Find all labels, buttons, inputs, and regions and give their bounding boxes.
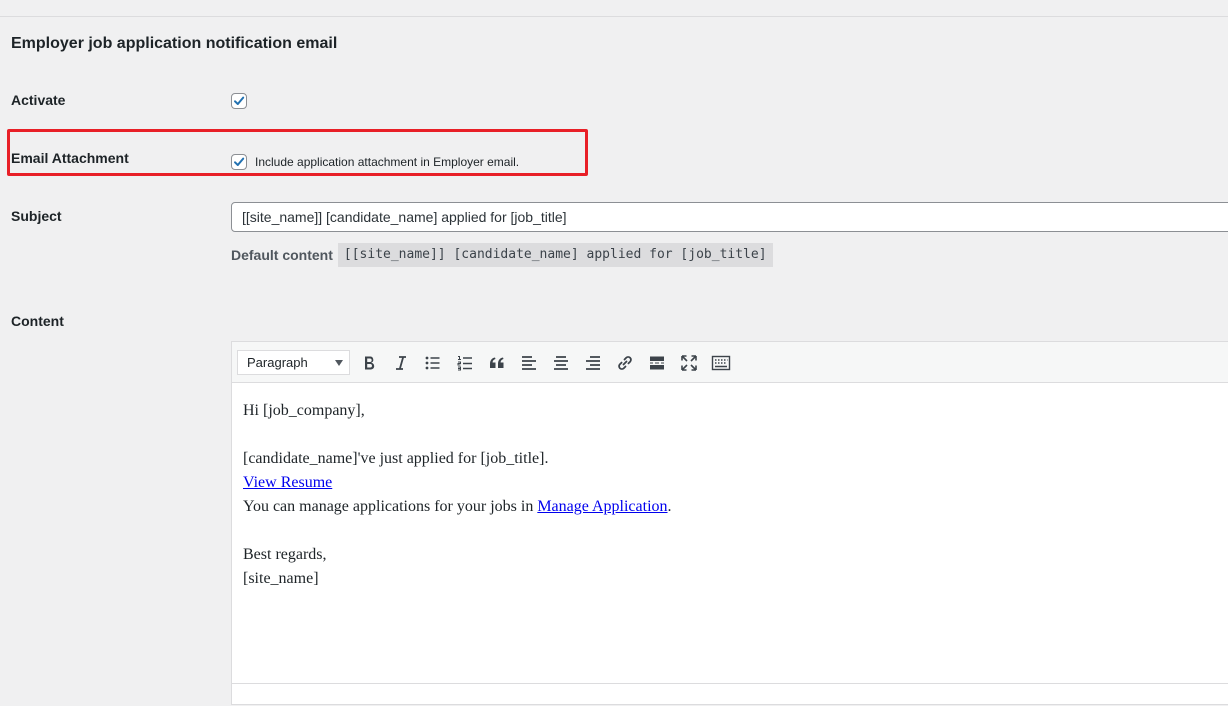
numbered-list-button[interactable] (453, 351, 477, 375)
italic-button[interactable] (389, 351, 413, 375)
fullscreen-icon (681, 355, 697, 371)
read-more-button[interactable] (645, 351, 669, 375)
default-content-value: [[site_name]] [candidate_name] applied f… (337, 243, 773, 267)
align-center-icon (554, 356, 568, 370)
editor-toolbar: Paragraph (232, 342, 1228, 383)
bold-button[interactable] (357, 351, 381, 375)
checkmark-icon (234, 96, 245, 105)
manage-suffix: . (667, 498, 672, 515)
section-title: Employer job application notification em… (11, 35, 338, 52)
editor-content-area[interactable]: Hi [job_company], [candidate_name]'ve ju… (243, 399, 672, 591)
default-content-label: Default content (231, 247, 333, 263)
read-more-icon (650, 356, 664, 370)
insert-link-button[interactable] (613, 351, 637, 375)
format-select-value: Paragraph (247, 355, 308, 370)
align-left-icon (522, 356, 536, 370)
link-icon (618, 356, 632, 370)
content-regards: Best regards, (243, 546, 327, 563)
default-content-row: Default content [[site_name]] [candidate… (231, 243, 773, 267)
content-signature: [site_name] (243, 570, 319, 587)
blockquote-icon (490, 357, 504, 368)
activate-label: Activate (11, 92, 66, 108)
subject-label: Subject (11, 208, 62, 224)
bold-icon (365, 356, 375, 370)
manage-prefix: You can manage applications for your job… (243, 498, 538, 515)
content-view-resume-line: View Resume (243, 471, 672, 495)
content-editor: Paragraph Hi [job_company], [candidate_n… (231, 341, 1228, 705)
bulleted-list-icon (425, 356, 440, 370)
view-resume-link[interactable]: View Resume (243, 474, 332, 491)
toolbar-toggle-button[interactable] (709, 351, 733, 375)
format-select[interactable]: Paragraph (237, 350, 350, 375)
content-label: Content (11, 313, 64, 329)
align-right-button[interactable] (581, 351, 605, 375)
manage-application-link[interactable]: Manage Application (537, 498, 667, 515)
editor-status-bar (232, 683, 1228, 704)
content-applied-line: [candidate_name]'ve just applied for [jo… (243, 450, 549, 467)
blockquote-button[interactable] (485, 351, 509, 375)
email-attachment-description: Include application attachment in Employ… (255, 155, 520, 169)
align-right-icon (586, 356, 600, 370)
toolbar-toggle-icon (711, 355, 731, 371)
bulleted-list-button[interactable] (421, 351, 445, 375)
align-center-button[interactable] (549, 351, 573, 375)
chevron-down-icon (335, 360, 343, 366)
content-blank-line (243, 519, 672, 543)
align-left-button[interactable] (517, 351, 541, 375)
italic-icon (396, 356, 406, 370)
email-attachment-checkbox[interactable] (231, 154, 247, 170)
content-blank-line (243, 423, 672, 447)
fullscreen-button[interactable] (677, 351, 701, 375)
subject-input[interactable] (231, 202, 1228, 232)
checkmark-icon (234, 157, 245, 166)
numbered-list-icon (457, 356, 472, 371)
top-divider (0, 16, 1228, 17)
content-greeting: Hi [job_company], (243, 402, 365, 419)
email-attachment-label: Email Attachment (11, 150, 129, 166)
activate-checkbox[interactable] (231, 93, 247, 109)
content-manage-line: You can manage applications for your job… (243, 495, 672, 519)
